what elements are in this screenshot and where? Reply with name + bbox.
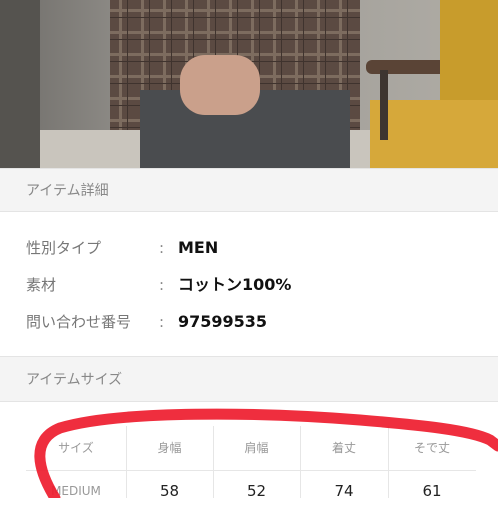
product-photo — [0, 0, 498, 168]
material-label: 素材 — [26, 276, 57, 294]
shoulder-width-column-header: 肩幅 — [244, 441, 269, 455]
inquiry-number-value: 97599535 — [178, 312, 268, 331]
gender-type-label: 性別タイプ — [26, 239, 102, 257]
size-table-header-row: サイズ 身幅 肩幅 着丈 そで丈 — [26, 426, 476, 470]
product-photo-image — [0, 0, 498, 168]
size-table: サイズ 身幅 肩幅 着丈 そで丈 MEDIUM 58 52 74 61 — [26, 426, 476, 500]
sleeve-length-column-header: そで丈 — [413, 441, 450, 455]
body-width-column-header: 身幅 — [157, 441, 182, 455]
gender-type-value: MEN — [178, 238, 219, 257]
item-details-title: アイテム詳細 — [26, 183, 109, 199]
shoulder-width-cell: 52 — [246, 482, 267, 500]
size-table-row: MEDIUM 58 52 74 61 — [26, 470, 476, 510]
item-size-title: アイテムサイズ — [26, 372, 123, 388]
length-cell: 74 — [334, 482, 354, 500]
sleeve-length-cell: 61 — [422, 482, 442, 500]
detail-colon: : — [159, 313, 165, 331]
material-value: コットン100% — [178, 275, 292, 294]
size-column-header: サイズ — [58, 441, 94, 455]
length-column-header: 着丈 — [331, 441, 356, 455]
size-name-cell: MEDIUM — [51, 484, 101, 498]
detail-row-inquiry: 問い合わせ番号 : 97599535 — [0, 307, 498, 337]
item-size-header: アイテムサイズ — [0, 356, 498, 402]
detail-colon: : — [159, 276, 165, 294]
detail-row-gender: 性別タイプ : MEN — [0, 233, 498, 263]
detail-colon: : — [159, 239, 165, 257]
item-details-header: アイテム詳細 — [0, 168, 498, 212]
inquiry-number-label: 問い合わせ番号 — [26, 313, 132, 331]
body-width-cell: 58 — [159, 482, 180, 500]
detail-row-material: 素材 : コットン100% — [0, 270, 498, 300]
